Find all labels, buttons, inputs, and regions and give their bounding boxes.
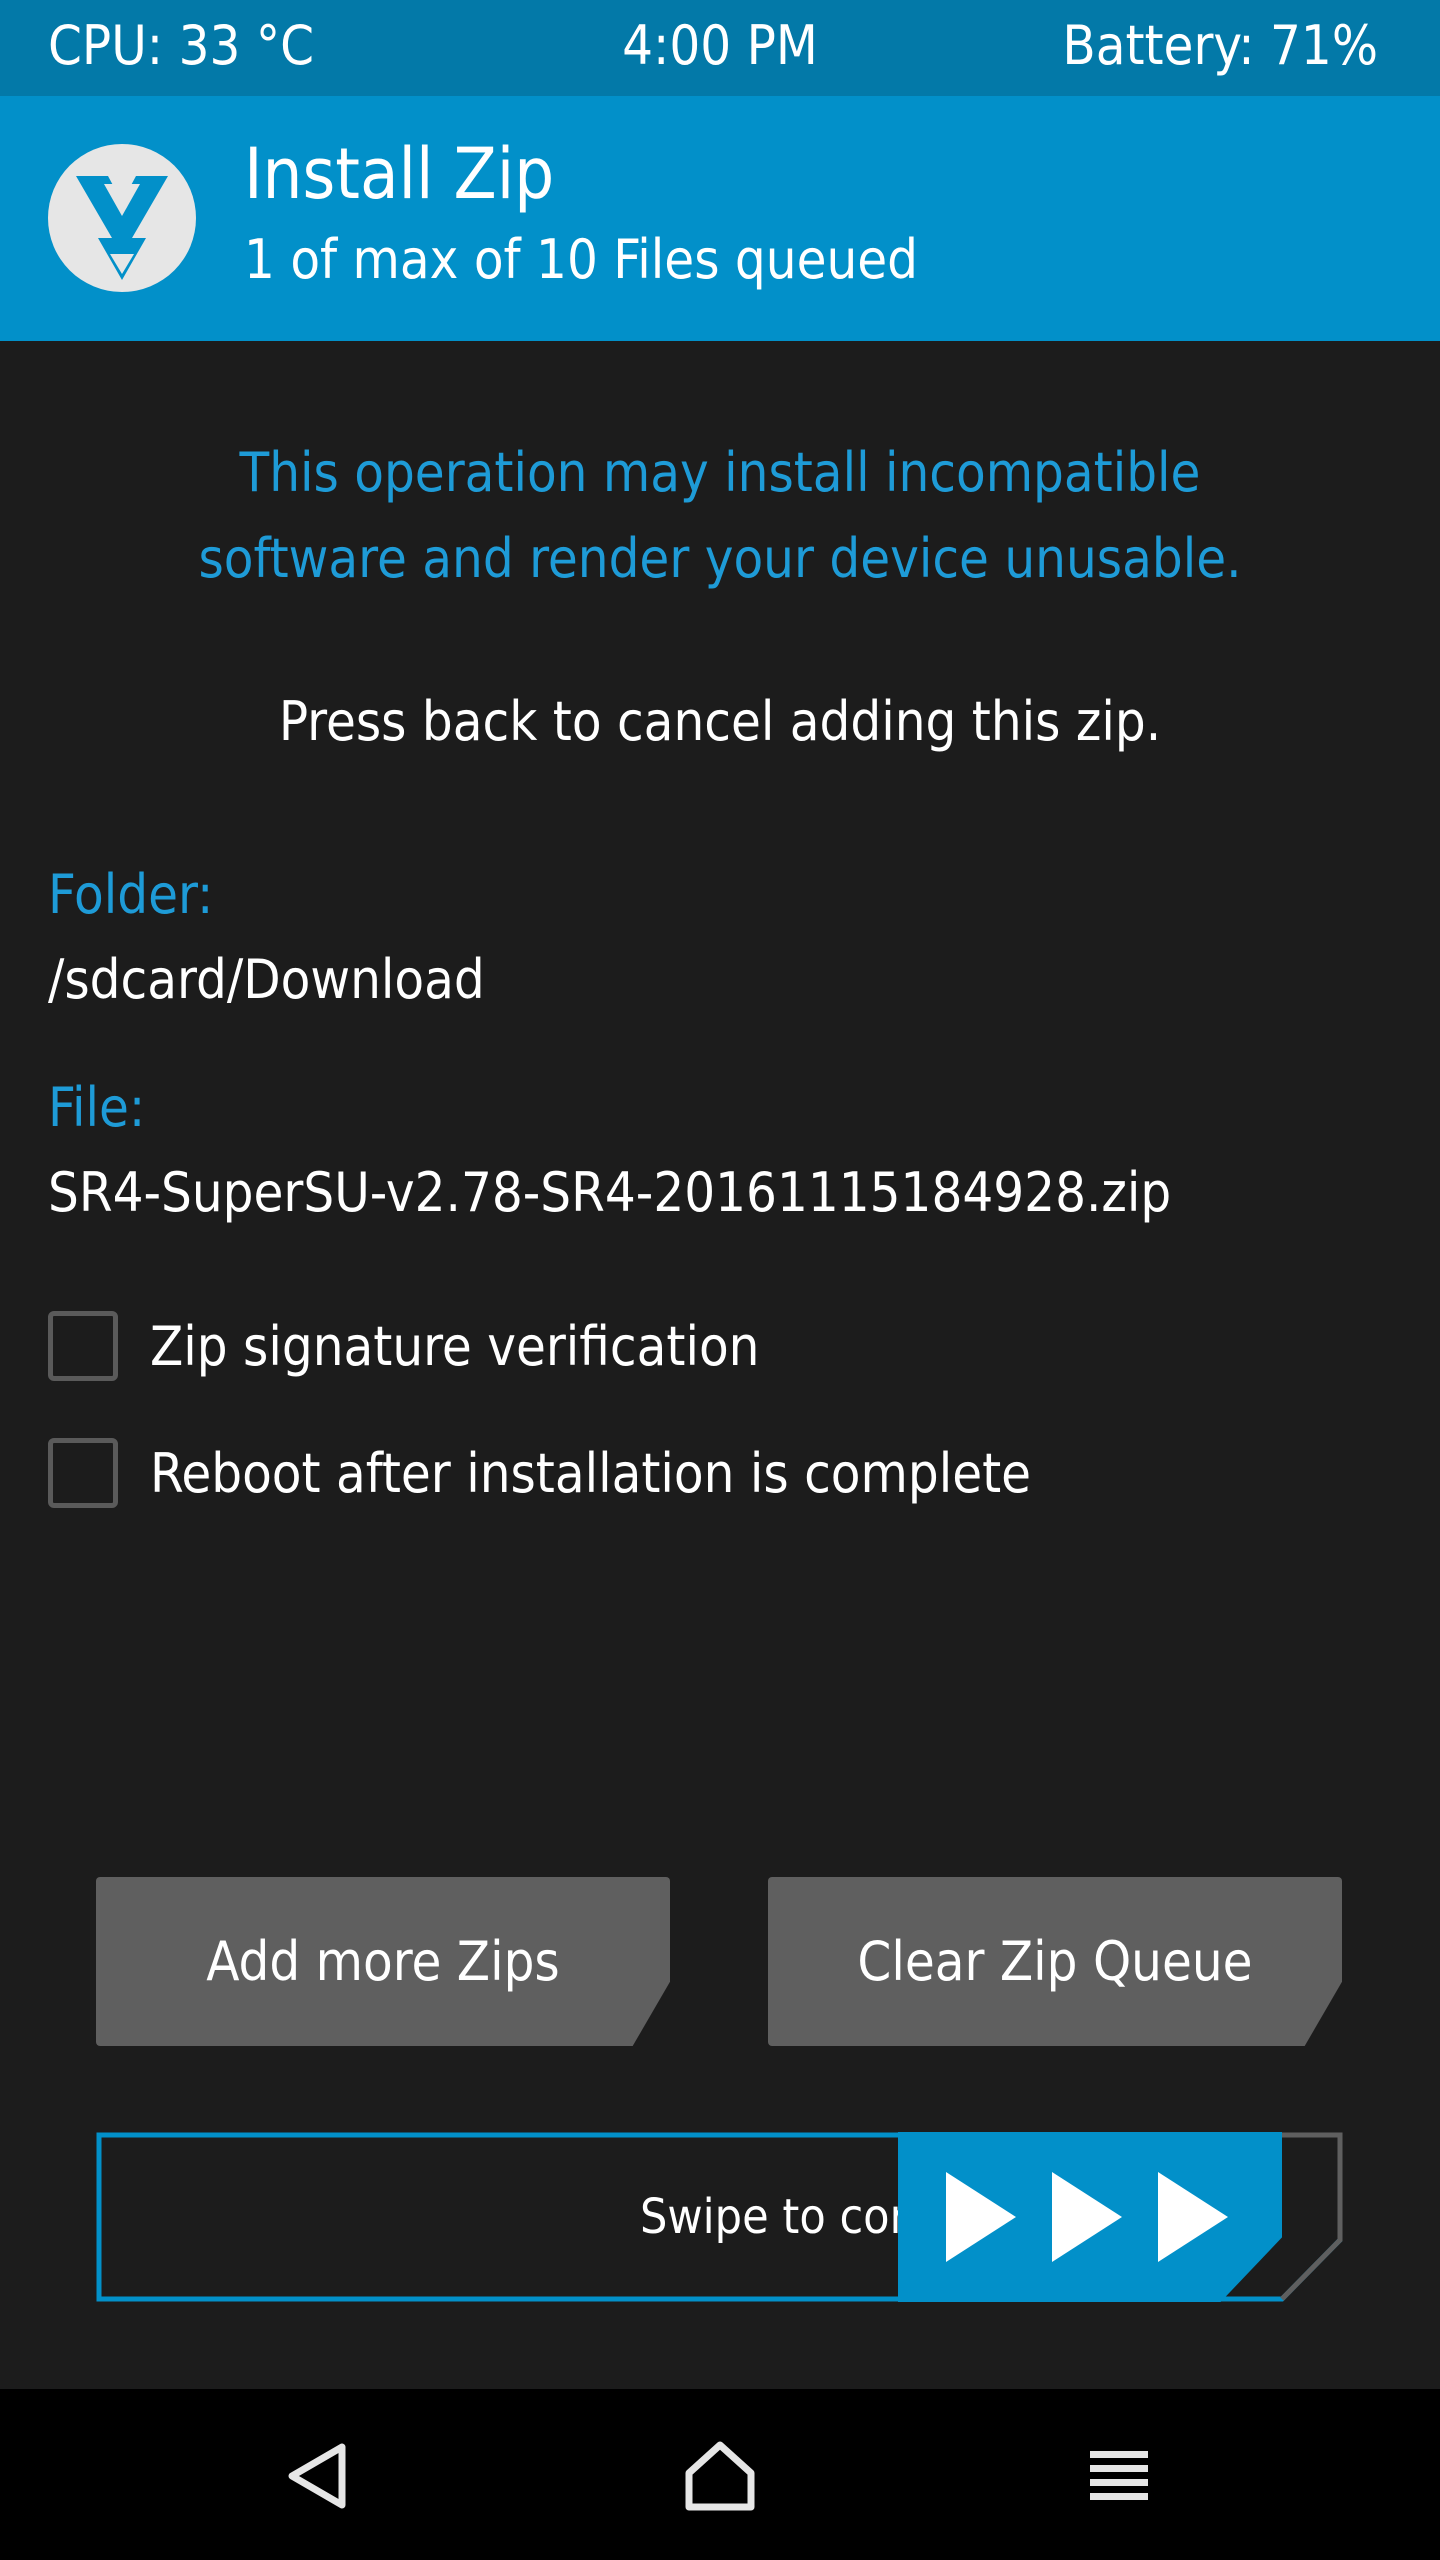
- file-label: File:: [48, 1076, 146, 1139]
- folder-label: Folder:: [48, 863, 214, 926]
- battery-level: Battery: 71%: [1062, 14, 1378, 77]
- folder-path: /sdcard/Download: [48, 948, 485, 1011]
- zip-signature-option[interactable]: Zip signature verification: [48, 1310, 759, 1382]
- warning-line-1: This operation may install incompatible: [239, 441, 1201, 504]
- page-header: Install Zip 1 of max of 10 Files queued: [0, 96, 1440, 341]
- reboot-checkbox[interactable]: [48, 1438, 118, 1508]
- reboot-label[interactable]: Reboot after installation is complete: [150, 1442, 1031, 1505]
- page-title: Install Zip: [244, 133, 555, 215]
- navigation-bar: [0, 2389, 1440, 2560]
- file-name: SR4-SuperSU-v2.78-SR4-20161115184928.zip: [48, 1161, 1172, 1224]
- warning-message: This operation may install incompatible …: [0, 430, 1440, 602]
- home-icon[interactable]: [675, 2431, 765, 2521]
- queue-status: 1 of max of 10 Files queued: [244, 228, 919, 291]
- twrp-logo-icon: [48, 144, 196, 292]
- clear-zip-queue-button[interactable]: Clear Zip Queue: [768, 1877, 1342, 2046]
- back-triangle-icon[interactable]: [276, 2431, 366, 2521]
- reboot-option[interactable]: Reboot after installation is complete: [48, 1437, 1031, 1509]
- zip-signature-label[interactable]: Zip signature verification: [150, 1315, 759, 1378]
- status-bar: CPU: 33 °C 4:00 PM Battery: 71%: [0, 0, 1440, 96]
- swipe-handle[interactable]: [898, 2132, 1282, 2302]
- add-more-zips-button[interactable]: Add more Zips: [96, 1877, 670, 2046]
- warning-line-2: software and render your device unusable…: [198, 527, 1242, 590]
- swipe-arrows-icon: [946, 2172, 1228, 2262]
- zip-signature-checkbox[interactable]: [48, 1311, 118, 1381]
- menu-icon[interactable]: [1074, 2431, 1164, 2521]
- swipe-to-flash-slider[interactable]: Swipe to confirm Flash: [96, 2132, 1344, 2302]
- cancel-instruction: Press back to cancel adding this zip.: [278, 690, 1162, 753]
